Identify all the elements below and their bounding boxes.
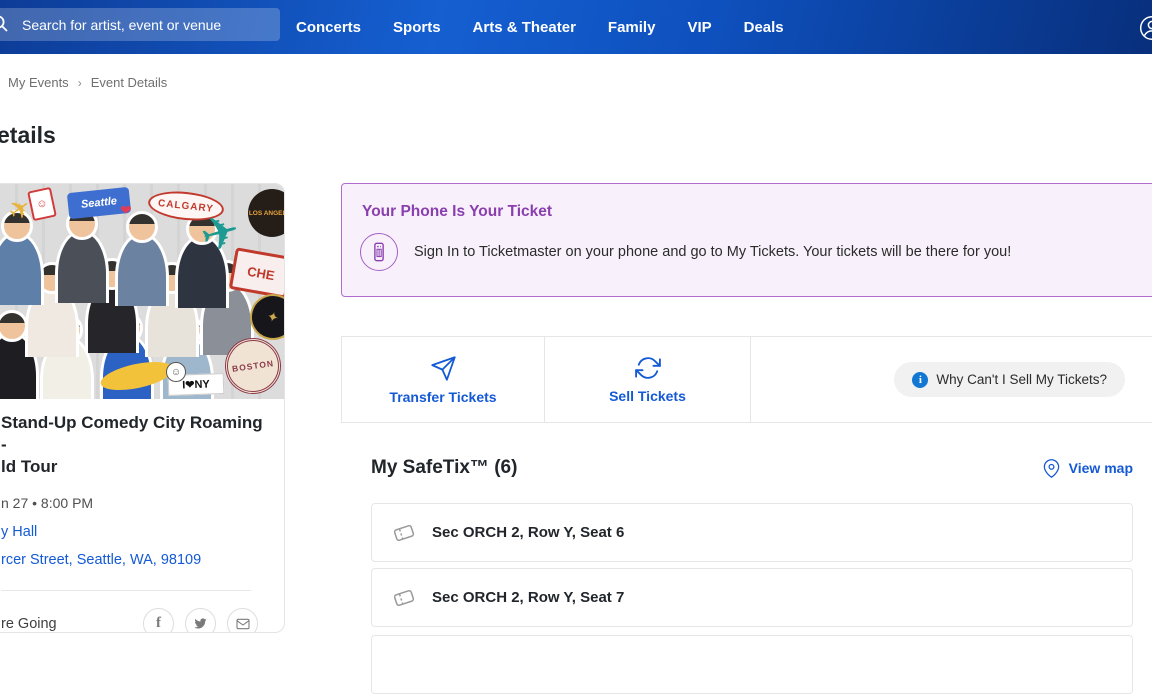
transfer-tickets-button[interactable]: Transfer Tickets (341, 337, 545, 422)
person-silhouette (55, 208, 109, 303)
breadcrumb-my-events[interactable]: My Events (8, 75, 69, 90)
sell-tickets-button[interactable]: Sell Tickets (545, 337, 751, 422)
ticket-icon (391, 585, 417, 611)
ticket-row[interactable]: Sec ORCH 2, Row Y, Seat 7 (371, 568, 1133, 627)
account-icon[interactable] (1139, 15, 1152, 41)
main-nav: Concerts Sports Arts & Theater Family VI… (296, 0, 784, 54)
search-icon (0, 14, 10, 34)
person-silhouette (115, 211, 169, 306)
banner-body: Sign In to Ticketmaster on your phone an… (414, 244, 1011, 260)
nav-item-sports[interactable]: Sports (393, 19, 441, 36)
ticket-icon (391, 520, 417, 546)
phone-icon (360, 233, 398, 271)
sticker-los-angeles: LOS ANGELES (248, 189, 284, 237)
safetix-heading: My SafeTix™ (6) (371, 457, 517, 479)
event-image-collage: ✈ ☺ Seattle ❤ CALGARY LOS ANGELES ✈ CHE … (0, 184, 284, 399)
search-input[interactable]: Search for artist, event or venue (0, 8, 280, 41)
facebook-icon: f (156, 615, 161, 632)
breadcrumb-separator: › (78, 76, 82, 90)
phone-ticket-banner: Your Phone Is Your Ticket Sign In to Tic… (341, 183, 1152, 297)
twitter-share-button[interactable] (185, 608, 216, 633)
card-divider (1, 590, 251, 591)
email-share-button[interactable] (227, 608, 258, 633)
why-cant-sell-button[interactable]: i Why Can't I Sell My Tickets? (894, 362, 1125, 397)
info-icon: i (912, 372, 928, 388)
twitter-icon (193, 616, 208, 631)
facebook-share-button[interactable]: f (143, 608, 174, 633)
sticker-doodle-face: ☺ (166, 362, 186, 382)
event-datetime: n 27 • 8:00 PM (1, 495, 266, 511)
search-placeholder: Search for artist, event or venue (0, 17, 221, 33)
breadcrumb: My Events › Event Details (8, 75, 167, 90)
sell-cycle-icon (635, 355, 661, 381)
view-map-link[interactable]: View map (1042, 458, 1133, 479)
breadcrumb-event-details: Event Details (91, 75, 168, 90)
address-link[interactable]: rcer Street, Seattle, WA, 98109 (1, 552, 266, 568)
envelope-icon (235, 616, 251, 632)
page-title: etails (0, 122, 56, 149)
event-title: Stand-Up Comedy City Roaming - ld Tour (1, 412, 266, 478)
event-card: ✈ ☺ Seattle ❤ CALGARY LOS ANGELES ✈ CHE … (0, 183, 285, 633)
ticket-row[interactable] (371, 635, 1133, 694)
paper-plane-icon (430, 355, 457, 382)
venue-link[interactable]: y Hall (1, 524, 266, 540)
nav-item-concerts[interactable]: Concerts (296, 19, 361, 36)
map-pin-icon (1042, 458, 1061, 479)
ticket-action-bar: Transfer Tickets Sell Tickets i Why Can'… (341, 336, 1152, 423)
nav-item-vip[interactable]: VIP (687, 19, 711, 36)
nav-item-deals[interactable]: Deals (744, 19, 784, 36)
ticket-row[interactable]: Sec ORCH 2, Row Y, Seat 6 (371, 503, 1133, 562)
nav-item-arts-theater[interactable]: Arts & Theater (473, 19, 576, 36)
nav-item-family[interactable]: Family (608, 19, 656, 36)
top-navbar: Search for artist, event or venue Concer… (0, 0, 1152, 54)
sticker-red: ☺ (27, 187, 57, 221)
banner-title: Your Phone Is Your Ticket (342, 184, 1152, 221)
going-label: re Going (1, 616, 57, 632)
heart-icon: ❤ (120, 202, 132, 219)
